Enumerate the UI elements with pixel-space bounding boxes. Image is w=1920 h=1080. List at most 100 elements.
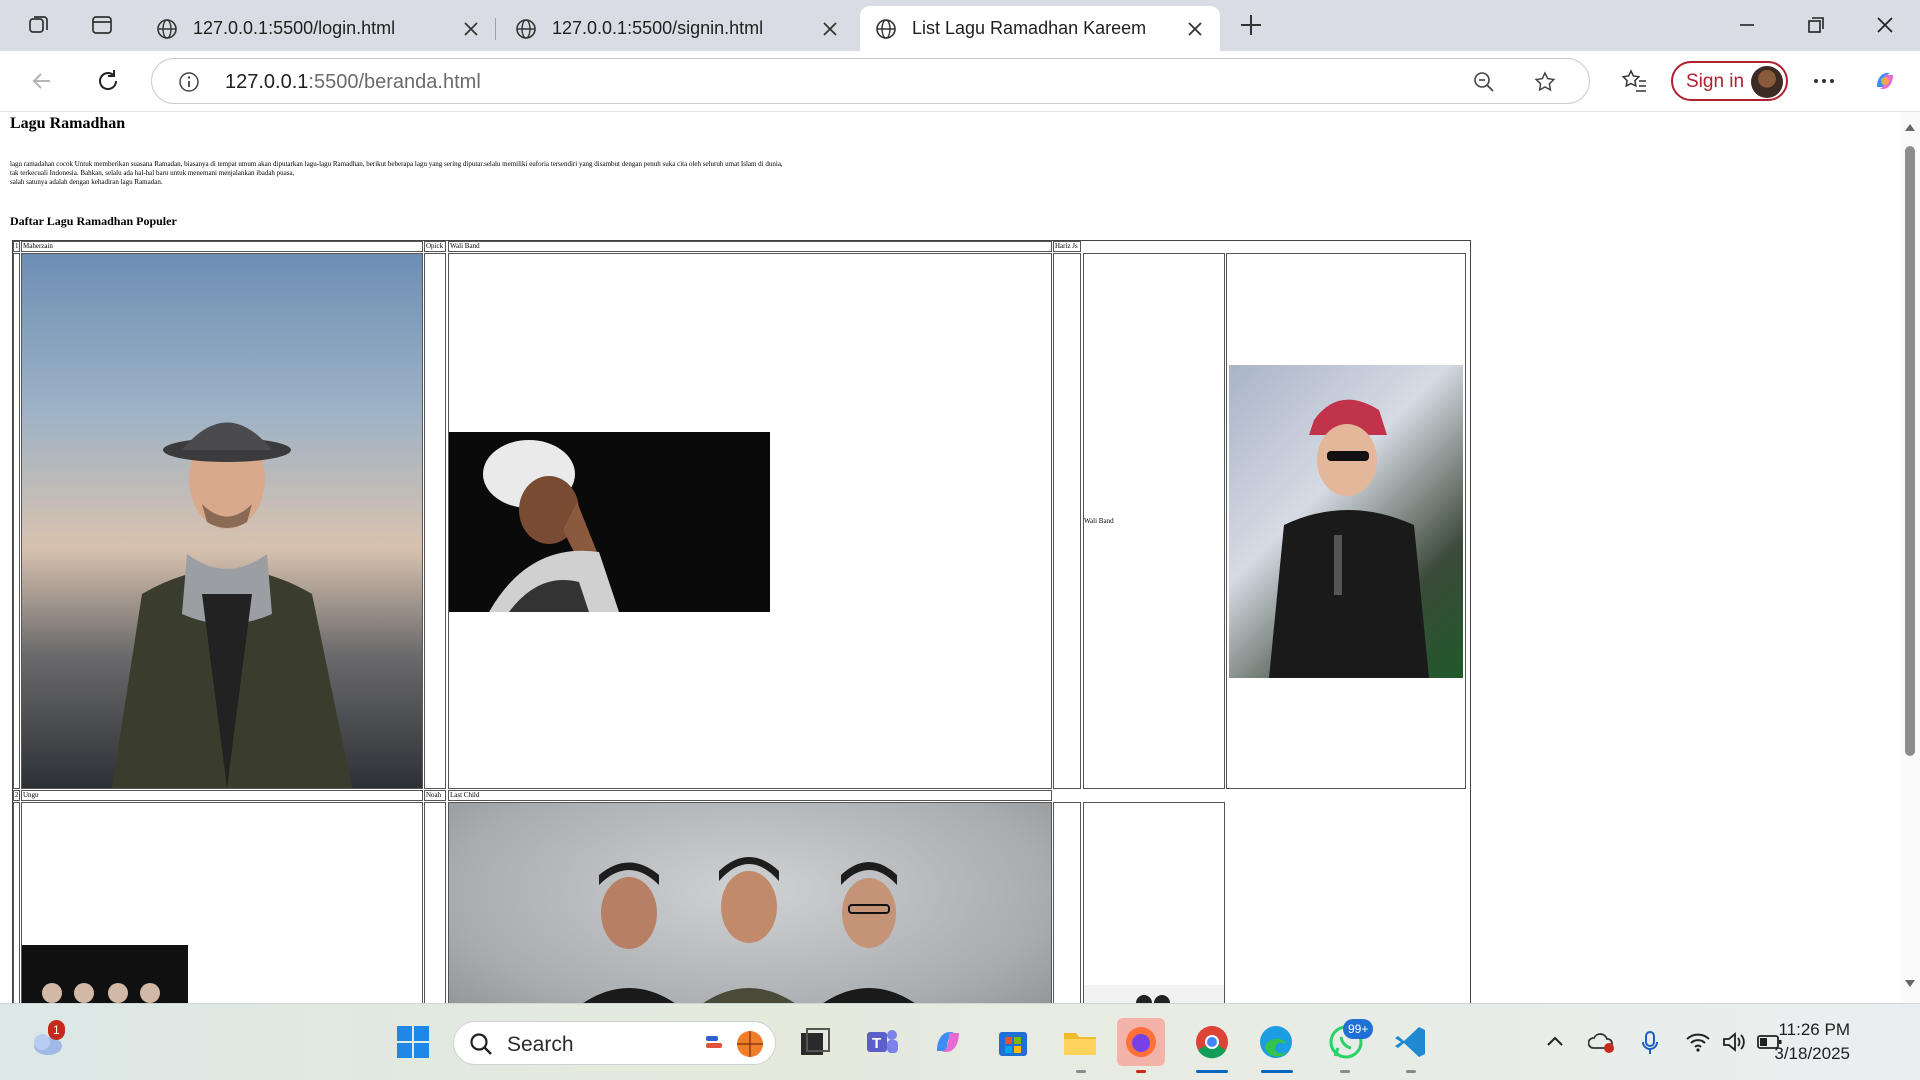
microphone-icon[interactable] bbox=[1640, 1030, 1660, 1056]
address-bar[interactable]: 127.0.0.1:5500/beranda.html bbox=[151, 58, 1590, 104]
site-info-icon[interactable] bbox=[177, 70, 201, 94]
onedrive-icon[interactable] bbox=[1588, 1030, 1616, 1054]
workspaces-icon[interactable] bbox=[26, 12, 52, 38]
close-icon[interactable] bbox=[819, 18, 841, 40]
scrollbar-thumb[interactable] bbox=[1905, 146, 1915, 756]
section-title: Daftar Lagu Ramadhan Populer bbox=[10, 214, 177, 228]
volume-icon[interactable] bbox=[1721, 1031, 1747, 1053]
artist-label: Hariz Js bbox=[1053, 241, 1081, 252]
chevron-up-icon[interactable] bbox=[1545, 1032, 1565, 1052]
minimize-icon[interactable] bbox=[1736, 14, 1758, 36]
teams-icon[interactable]: T bbox=[863, 1023, 901, 1061]
search-placeholder: Search bbox=[507, 1033, 574, 1056]
vscode-icon[interactable] bbox=[1392, 1023, 1430, 1061]
start-windows-icon[interactable] bbox=[394, 1023, 432, 1061]
table-cell bbox=[13, 253, 20, 789]
taskbar: 1 Search T 99+ 11:26 PM 3/18/2025 bbox=[0, 1003, 1920, 1080]
row-number: 1 bbox=[13, 241, 20, 252]
table-cell bbox=[424, 253, 446, 789]
scroll-up-icon[interactable] bbox=[1904, 122, 1916, 132]
artist-label: Last Child bbox=[448, 790, 1052, 801]
sign-in-button[interactable]: Sign in bbox=[1671, 61, 1788, 101]
task-view-icon[interactable] bbox=[795, 1023, 833, 1061]
address-bar-row: 127.0.0.1:5500/beranda.html Sign in bbox=[0, 51, 1920, 112]
running-indicator bbox=[1136, 1070, 1146, 1073]
svg-text:T: T bbox=[872, 1035, 881, 1052]
table-cell bbox=[424, 802, 446, 1003]
clock-date: 3/18/2025 bbox=[1774, 1044, 1850, 1063]
tab-login[interactable]: 127.0.0.1:5500/login.html bbox=[141, 6, 496, 51]
search-icon bbox=[470, 1033, 492, 1055]
microsoft-store-icon[interactable] bbox=[994, 1023, 1032, 1061]
intro-line: tak terkecuali Indonesia. Bahkan, selalu… bbox=[10, 169, 295, 177]
intro-paragraph: lagu ramadahan cocok Untuk memberikan su… bbox=[10, 160, 1010, 187]
opick-photo bbox=[449, 432, 770, 612]
search-highlight-icon bbox=[706, 1031, 763, 1057]
system-clock[interactable]: 11:26 PM 3/18/2025 bbox=[1774, 1018, 1850, 1066]
close-icon[interactable] bbox=[460, 18, 482, 40]
url-text[interactable]: 127.0.0.1:5500/beranda.html bbox=[225, 71, 481, 94]
whatsapp-icon[interactable]: 99+ bbox=[1327, 1019, 1374, 1061]
vertical-scrollbar[interactable] bbox=[1900, 112, 1920, 1003]
close-icon[interactable] bbox=[1184, 18, 1206, 40]
copilot-icon[interactable] bbox=[1871, 67, 1899, 95]
more-options-icon[interactable] bbox=[1810, 67, 1838, 95]
artist-label: Opick bbox=[424, 241, 446, 252]
running-indicator bbox=[1196, 1070, 1228, 1073]
row-number: 2 bbox=[13, 790, 20, 801]
last-child-photo bbox=[1084, 985, 1224, 1003]
artist-label: Wali Band bbox=[448, 241, 1052, 252]
page-title: Lagu Ramadhan bbox=[10, 115, 126, 132]
ungu-photo bbox=[22, 945, 188, 1003]
file-explorer-icon[interactable] bbox=[1061, 1023, 1099, 1061]
favorite-star-icon[interactable] bbox=[1533, 70, 1557, 94]
zoom-out-icon[interactable] bbox=[1472, 70, 1496, 94]
table-cell bbox=[1226, 253, 1466, 789]
tab-title: 127.0.0.1:5500/login.html bbox=[193, 18, 396, 38]
close-window-icon[interactable] bbox=[1874, 14, 1896, 36]
clock-time: 11:26 PM bbox=[1778, 1020, 1850, 1039]
web-page: Lagu Ramadhan lagu ramadahan cocok Untuk… bbox=[0, 112, 1920, 1003]
tab-signin[interactable]: 127.0.0.1:5500/signin.html bbox=[500, 6, 855, 51]
running-indicator bbox=[1340, 1070, 1350, 1073]
refresh-icon[interactable] bbox=[94, 67, 122, 95]
url-host: 127.0.0.1 bbox=[225, 71, 309, 93]
intro-line: lagu ramadahan cocok Untuk memberikan su… bbox=[10, 160, 783, 168]
table-cell bbox=[448, 253, 1052, 789]
new-tab-plus-icon[interactable] bbox=[1238, 12, 1264, 38]
tab-beranda[interactable]: List Lagu Ramadhan Kareem bbox=[860, 6, 1220, 51]
back-arrow-icon[interactable] bbox=[28, 67, 56, 95]
copilot-app-icon[interactable] bbox=[929, 1023, 967, 1061]
table-cell bbox=[1083, 802, 1225, 1003]
wifi-icon[interactable] bbox=[1685, 1031, 1711, 1053]
scroll-down-icon[interactable] bbox=[1904, 979, 1916, 989]
table-cell bbox=[13, 802, 20, 1003]
favorites-icon[interactable] bbox=[1620, 67, 1648, 95]
firefox-icon[interactable] bbox=[1117, 1018, 1165, 1066]
avatar bbox=[1751, 66, 1783, 98]
globe-icon bbox=[157, 18, 177, 39]
noah-photo bbox=[449, 803, 1051, 1003]
table-cell: Wali Band bbox=[1083, 253, 1225, 789]
artist-label: Maherzain bbox=[21, 241, 423, 252]
running-indicator bbox=[1076, 1070, 1086, 1073]
browser-title-bar: 127.0.0.1:5500/login.html 127.0.0.1:5500… bbox=[0, 0, 1920, 51]
globe-icon bbox=[876, 18, 896, 39]
restore-icon[interactable] bbox=[1805, 14, 1827, 36]
chrome-icon[interactable] bbox=[1193, 1023, 1231, 1061]
notification-badge: 1 bbox=[48, 1020, 65, 1040]
edge-icon[interactable] bbox=[1257, 1023, 1295, 1061]
artist-label: Ungu bbox=[21, 790, 423, 801]
url-path: :5500/beranda.html bbox=[308, 71, 481, 93]
running-indicator bbox=[1406, 1070, 1416, 1073]
taskbar-search-box[interactable]: Search bbox=[453, 1021, 776, 1065]
broken-image-alt: Wali Band bbox=[1084, 517, 1114, 525]
intro-line: salah satunya adalah dengan kehadiran la… bbox=[10, 178, 163, 186]
vertical-tabs-icon[interactable] bbox=[89, 12, 115, 38]
table-cell bbox=[1053, 253, 1081, 789]
weather-widget-icon[interactable]: 1 bbox=[28, 1020, 66, 1062]
table-cell bbox=[448, 802, 1052, 1003]
song-table: 1 Maherzain Opick Wali Band Hariz Js Wal… bbox=[12, 240, 1472, 1003]
table-cell bbox=[21, 802, 423, 1003]
notification-badge: 99+ bbox=[1343, 1019, 1374, 1039]
